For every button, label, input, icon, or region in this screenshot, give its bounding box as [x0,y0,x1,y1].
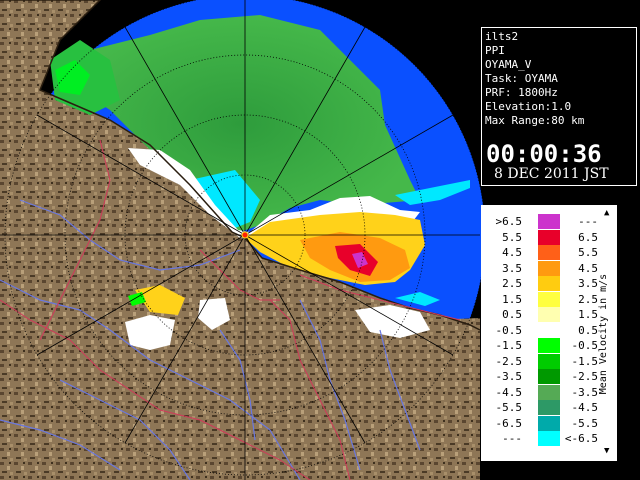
legend-row-upper-bound: -1.5 [571,354,599,368]
legend-row-upper-bound: --- [578,215,598,228]
info-scan-type: PPI [485,44,505,57]
legend-row: 1.5 2.5 [482,291,598,307]
legend-color-swatch [538,415,560,431]
info-date: 8 DEC 2011 JST [494,166,609,182]
legend-row-lower-bound: 1.5 [502,292,522,306]
legend-row-lower-bound: -4.5 [495,385,523,399]
info-max-range: Max Range:80 km [485,114,585,127]
legend-color-swatch [538,291,560,307]
land-terrain-east [425,318,480,480]
legend-row-upper-bound: -5.5 [571,416,599,430]
info-prf: PRF: 1800Hz [485,86,558,99]
legend-color-swatch [538,245,560,260]
legend-row: 2.5 3.5 [482,276,598,291]
legend-row-lower-bound: 0.5 [502,308,522,321]
legend-color-swatch [538,384,560,400]
legend-row: 5.5 6.5 [482,229,598,245]
legend-row-upper-bound: 6.5 [578,230,598,244]
info-volume-name: OYAMA_V [485,58,532,71]
radar-site-marker [241,231,249,239]
legend-row: -0.5 0.5 [482,322,598,338]
legend-row: -5.5 -4.5 [482,400,598,415]
legend-row-lower-bound: 3.5 [502,261,522,275]
info-panel: ilts2 PPI OYAMA_V Task: OYAMA PRF: 1800H… [481,27,637,186]
legend-row: -1.5 -0.5 [482,338,598,353]
legend-row-lower-bound: 2.5 [502,277,522,290]
legend-row: -4.5 -3.5 [482,384,599,400]
legend-row-upper-bound: -4.5 [571,401,599,414]
legend-color-swatch [538,400,560,415]
legend-row-lower-bound: -2.5 [495,354,523,368]
info-elevation: Elevation:1.0 [485,100,572,113]
legend-color-swatch [538,322,560,338]
legend-row-upper-bound: 4.5 [578,261,598,275]
legend-color-swatch [538,260,560,276]
legend-row-upper-bound: 5.5 [578,246,598,259]
info-task: Task: OYAMA [485,72,558,85]
legend-color-swatch [538,369,560,384]
legend-row-upper-bound: 3.5 [578,277,598,290]
legend-color-swatch [538,276,560,291]
info-product-name: ilts2 [485,30,519,43]
legend-row-upper-bound: -2.5 [571,370,599,383]
legend-row-lower-bound: >6.5 [495,215,523,228]
legend-row: -3.5 -2.5 [482,369,598,384]
legend-row-lower-bound: -1.5 [495,339,523,352]
legend-row: 0.5 1.5 [482,307,598,322]
legend-row-upper-bound: -3.5 [571,385,599,399]
legend-row-lower-bound: --- [502,432,522,445]
legend-color-swatch [538,229,560,245]
legend-row-upper-bound: <-6.5 [564,432,598,445]
velocity-legend: >6.5 --- 5.5 6.5 4.5 5.5 3.5 4.5 2.5 3.5 1.5 2.5 0.5… [481,205,617,461]
legend-row: 3.5 4.5 [482,260,598,276]
legend-row-upper-bound: 2.5 [578,292,598,306]
legend-row: -6.5 -5.5 [482,415,599,431]
legend-row: -2.5 -1.5 [482,353,599,369]
legend-row: --- <-6.5 [482,431,598,446]
legend-top-arrow: ▲ [604,208,610,218]
legend-bottom-arrow: ▼ [604,446,610,456]
legend-color-swatch [538,431,560,446]
legend-row-lower-bound: 4.5 [502,246,522,259]
legend-row: 4.5 5.5 [482,245,598,260]
legend-color-swatch [538,353,560,369]
legend-row-lower-bound: -5.5 [495,401,523,414]
legend-color-swatch [538,307,560,322]
legend-row-lower-bound: -3.5 [495,370,523,383]
legend-row-lower-bound: 5.5 [502,230,522,244]
legend-row-upper-bound: -0.5 [571,339,599,352]
legend-row-upper-bound: 0.5 [578,323,598,337]
legend-color-swatch [538,338,560,353]
legend-row-lower-bound: -6.5 [495,416,523,430]
legend-row: >6.5 --- [482,214,598,229]
echo-land-clutter-west [125,315,175,350]
legend-row-upper-bound: 1.5 [578,308,598,321]
legend-color-swatch [538,214,560,229]
legend-row-lower-bound: -0.5 [495,323,523,337]
info-time: 00:00:36 [486,140,602,168]
